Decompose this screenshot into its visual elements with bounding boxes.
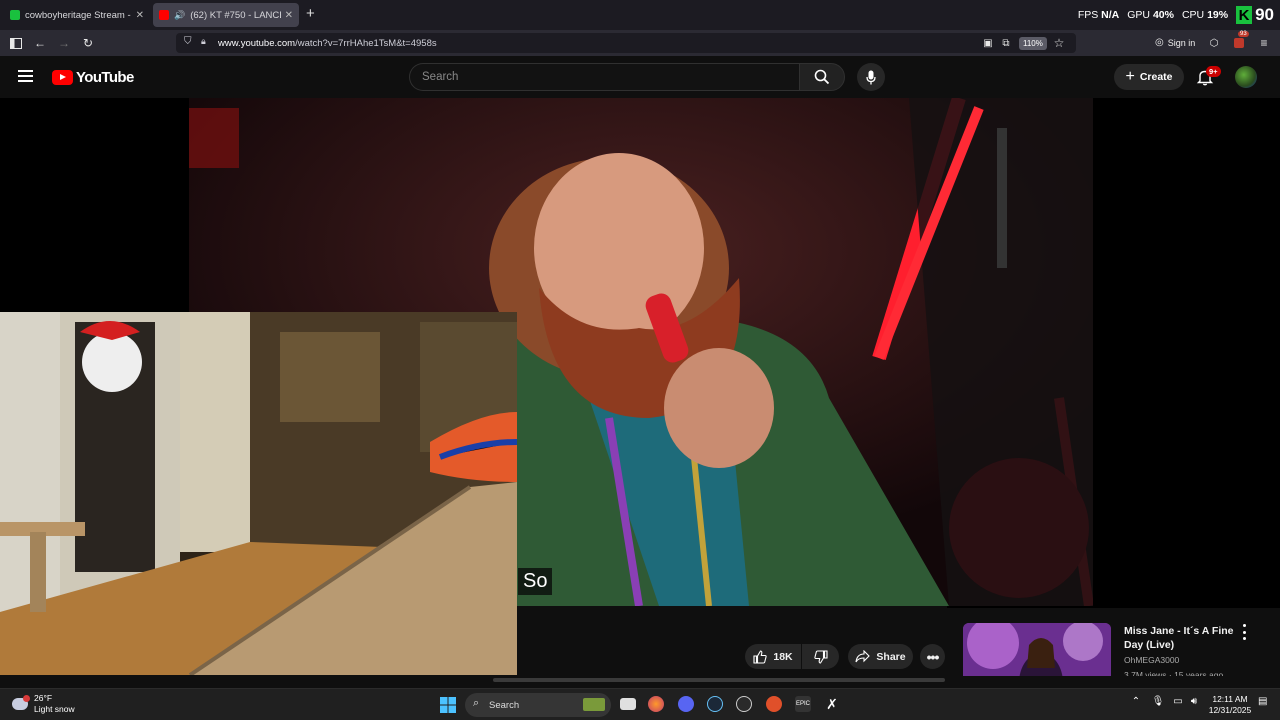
tab-title: (62) KT #750 - LANCE ARM [190, 9, 280, 21]
origin-icon[interactable] [766, 696, 782, 712]
windows-taskbar: 26°F Light snow ⌕ Search EPIC ✗ ⌃ 🎙︎ ▭ 🔊… [0, 688, 1280, 720]
system-clock[interactable]: 12:11 AM 12/31/2025 [1207, 694, 1253, 716]
browser-sign-in-label: Sign in [1167, 37, 1196, 48]
start-windows-icon[interactable] [440, 697, 456, 713]
scroll-strip [0, 676, 1280, 688]
search-highlight-icon [583, 698, 605, 711]
cpu-stat: CPU 19% [1181, 9, 1229, 21]
steam-icon[interactable] [707, 696, 723, 712]
network-icon[interactable]: ▭ [1170, 696, 1186, 712]
search-icon: ⌕ [473, 697, 480, 709]
horizontal-scrollbar[interactable] [493, 678, 945, 682]
snow-cloud-icon [12, 695, 30, 710]
microphone-tray-icon[interactable]: 🎙︎ [1150, 696, 1166, 712]
performance-overlay: FPS N/A GPU 40% CPU 19% K 90 [1078, 2, 1274, 28]
menu-icon[interactable]: ≡ [1256, 35, 1272, 51]
extension-button[interactable]: 93 [1231, 31, 1249, 51]
shield-icon[interactable]: ⛉ [184, 36, 192, 47]
back-arrow-icon[interactable]: ← [32, 35, 48, 51]
microphone-icon [866, 70, 876, 84]
avatar[interactable] [1235, 66, 1257, 88]
gpu-stat: GPU 40% [1127, 9, 1174, 21]
kick-counter: K 90 [1236, 5, 1274, 25]
notification-count-badge: 9+ [1206, 66, 1221, 77]
forward-arrow-icon[interactable]: → [56, 35, 72, 51]
kick-favicon-icon [10, 10, 20, 20]
firefox-icon[interactable] [648, 696, 664, 712]
chevron-up-icon[interactable]: ⌃ [1128, 696, 1144, 712]
speaker-icon[interactable]: 🔊 [174, 10, 185, 21]
webcam-overlay [0, 312, 517, 675]
youtube-logo-text: YouTube [76, 69, 134, 86]
tool-icon[interactable]: ✗ [824, 696, 840, 712]
more-actions-button[interactable]: ••• [920, 644, 945, 669]
bookmark-star-icon[interactable]: ☆ [1051, 35, 1067, 51]
weather-widget[interactable]: 26°F Light snow [12, 693, 75, 715]
lock-icon[interactable]: 🔒︎ [201, 36, 206, 47]
tab-youtube-video[interactable]: 🔊 (62) KT #750 - LANCE ARM ✕ [153, 3, 299, 27]
picture-in-picture-icon[interactable]: ⧉ [998, 35, 1014, 51]
guide-menu-icon[interactable] [18, 70, 33, 82]
volume-icon[interactable]: 🔊︎ [1186, 696, 1202, 712]
recommended-video-channel[interactable]: OhMEGA3000 [1124, 655, 1179, 665]
browser-tab-strip: cowboyheritage Stream - Watch ✕ 🔊 (62) K… [0, 0, 1280, 30]
app-icon[interactable] [736, 696, 752, 712]
dislike-button[interactable] [802, 644, 839, 669]
like-count: 18K [773, 650, 793, 663]
search-button[interactable] [799, 63, 845, 91]
plus-icon: + [1125, 68, 1135, 85]
tab-title: cowboyheritage Stream - Watch [25, 9, 132, 21]
share-label: Share [876, 650, 906, 663]
clock-date: 12/31/2025 [1208, 705, 1252, 715]
notification-center-icon[interactable]: ▤ [1258, 696, 1274, 712]
create-label: Create [1139, 71, 1173, 83]
taskbar-search-label: Search [489, 699, 520, 711]
browser-sign-in-button[interactable]: ◎ Sign in [1155, 37, 1195, 48]
url-path: /watch?v=7rrHAhe1TsM&t=4958s [295, 37, 437, 49]
weather-description: Light snow [34, 704, 75, 714]
zoom-level-indicator[interactable]: 110% [1019, 37, 1047, 50]
youtube-favicon-icon [159, 10, 169, 20]
discord-icon[interactable] [678, 696, 694, 712]
sidebar-toggle-icon[interactable] [8, 35, 24, 51]
task-view-icon[interactable] [620, 698, 636, 710]
close-tab-icon[interactable]: ✕ [136, 10, 144, 21]
thumbs-up-icon [753, 649, 768, 664]
epic-games-icon[interactable]: EPIC [795, 696, 811, 712]
webcam-frame-image [0, 312, 517, 675]
recommended-video-title[interactable]: Miss Jane - It´s A Fine Day (Live) [1124, 624, 1234, 652]
weather-temperature: 26°F [34, 693, 53, 703]
like-button[interactable]: 18K [745, 644, 801, 669]
create-button[interactable]: + Create [1114, 64, 1184, 90]
new-tab-button[interactable]: + [306, 6, 315, 22]
youtube-masthead: YouTube Search + Create 9+ [0, 56, 1280, 98]
kick-logo-icon: K [1236, 6, 1253, 24]
taskbar-search[interactable]: ⌕ Search [465, 693, 611, 717]
voice-search-button[interactable] [857, 63, 885, 91]
extensions-icon[interactable]: ⬡ [1206, 35, 1222, 51]
account-icon: ◎ [1155, 37, 1164, 48]
share-button[interactable]: Share [848, 644, 913, 669]
close-tab-icon[interactable]: ✕ [285, 10, 293, 21]
share-arrow-icon [855, 650, 871, 663]
browser-navigation-bar: ← → ↻ ⛉ 🔒︎ www.youtube.com/watch?v=7rrHA… [0, 30, 1280, 56]
url-bar[interactable]: ⛉ 🔒︎ www.youtube.com/watch?v=7rrHAhe1TsM… [176, 33, 1076, 53]
reload-icon[interactable]: ↻ [80, 35, 96, 51]
more-horizontal-icon: ••• [926, 648, 940, 665]
thumbs-down-icon [813, 649, 828, 664]
extension-icon [1234, 38, 1244, 48]
search-input[interactable]: Search [409, 63, 799, 91]
youtube-play-icon [52, 70, 73, 85]
url-host: www.youtube.com [218, 37, 296, 49]
youtube-logo[interactable]: YouTube [52, 69, 134, 86]
fps-stat: FPS N/A [1077, 9, 1120, 21]
reader-view-icon[interactable]: ▣ [980, 35, 996, 51]
tab-cowboyheritage[interactable]: cowboyheritage Stream - Watch ✕ [4, 3, 150, 27]
recommended-more-icon[interactable] [1239, 624, 1249, 640]
search-icon [814, 69, 830, 85]
extension-badge: 93 [1238, 31, 1249, 37]
kick-counter-value: 90 [1255, 5, 1274, 24]
video-caption: So [518, 568, 553, 595]
clock-time: 12:11 AM [1212, 694, 1248, 704]
